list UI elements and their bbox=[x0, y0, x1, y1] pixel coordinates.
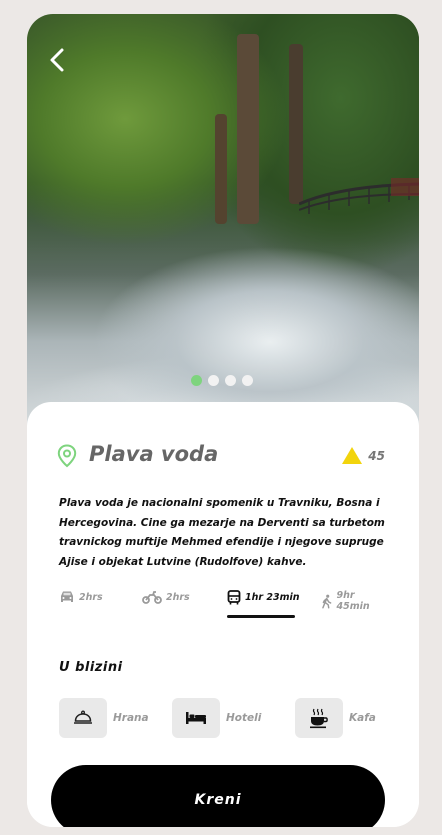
go-button[interactable]: Kreni bbox=[51, 765, 385, 827]
chevron-left-icon bbox=[50, 48, 64, 72]
cloche-icon bbox=[74, 710, 92, 724]
tree-trunk bbox=[215, 114, 227, 224]
gallery-pagination bbox=[191, 375, 253, 386]
hotels-label: Hoteli bbox=[226, 712, 262, 724]
hotels-icon-box bbox=[172, 698, 220, 738]
car-time: 2hrs bbox=[79, 591, 103, 603]
walk-time: 9hr 45min bbox=[336, 590, 370, 612]
hero-image bbox=[27, 14, 419, 434]
title-row: Plava voda 45 bbox=[57, 442, 385, 472]
nearby-categories: Hrana Hoteli Kafa bbox=[59, 698, 389, 740]
back-button[interactable] bbox=[41, 44, 73, 76]
motorcycle-icon bbox=[142, 591, 162, 604]
nearby-hotels[interactable]: Hoteli bbox=[172, 698, 261, 738]
bridge-railing bbox=[299, 178, 419, 214]
transport-bike[interactable]: 2hrs bbox=[142, 590, 190, 604]
coffee-label: Kafa bbox=[349, 712, 376, 724]
pagination-dot[interactable] bbox=[225, 375, 236, 386]
details-card: Plava voda 45 Plava voda je nacionalni s… bbox=[27, 402, 419, 827]
rating: 45 bbox=[341, 446, 385, 465]
transport-bus[interactable]: 1hr 23min bbox=[227, 590, 300, 605]
bed-icon bbox=[186, 712, 206, 724]
phone-screen: Plava voda 45 Plava voda je nacionalni s… bbox=[27, 14, 419, 827]
triangle-rating-icon bbox=[342, 447, 363, 464]
active-transport-indicator bbox=[227, 615, 295, 618]
tree-trunk bbox=[237, 34, 259, 224]
bus-time: 1hr 23min bbox=[245, 592, 300, 603]
coffee-cup-icon bbox=[310, 708, 328, 729]
pagination-dot[interactable] bbox=[191, 375, 202, 386]
go-button-label: Kreni bbox=[194, 792, 242, 808]
food-label: Hrana bbox=[113, 712, 149, 724]
coffee-icon-box bbox=[295, 698, 343, 738]
transport-walk[interactable]: 9hr 45min bbox=[321, 590, 389, 612]
transport-car[interactable]: 2hrs bbox=[59, 590, 103, 604]
place-title: Plava voda bbox=[89, 442, 219, 466]
pagination-dot[interactable] bbox=[242, 375, 253, 386]
nearby-heading: U blizini bbox=[59, 660, 123, 675]
pagination-dot[interactable] bbox=[208, 375, 219, 386]
place-description: Plava voda je nacionalni spomenik u Trav… bbox=[59, 497, 385, 568]
car-icon bbox=[61, 591, 73, 602]
walking-icon bbox=[322, 594, 332, 608]
location-pin-icon bbox=[57, 444, 77, 468]
food-icon-box bbox=[59, 698, 107, 738]
rating-value: 45 bbox=[368, 448, 385, 463]
nearby-food[interactable]: Hrana bbox=[59, 698, 149, 738]
transport-options: 2hrs 2hrs 1hr 23min 9hr 45min bbox=[59, 590, 389, 620]
nearby-coffee[interactable]: Kafa bbox=[295, 698, 376, 738]
bike-time: 2hrs bbox=[166, 591, 190, 603]
bus-icon bbox=[227, 590, 241, 605]
